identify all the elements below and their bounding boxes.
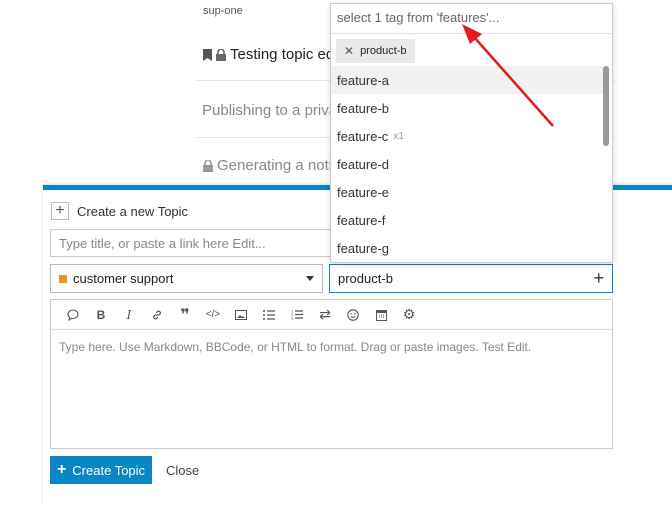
link-icon[interactable]	[143, 304, 171, 326]
tag-option-label: feature-b	[337, 100, 390, 116]
quote-icon[interactable]	[59, 304, 87, 326]
tag-filter-input[interactable]: select 1 tag from 'features'...	[337, 10, 499, 25]
blockquote-icon[interactable]: ❞	[171, 304, 199, 326]
tag-option-count: x1	[393, 130, 404, 142]
editor-toolbar: B I ❞ </> 123 ⇄ ⚙	[51, 300, 612, 330]
editor[interactable]: B I ❞ </> 123 ⇄ ⚙ Type here. Use Markdow…	[50, 299, 613, 449]
rtl-icon[interactable]: ⇄	[311, 304, 339, 326]
tag-option-label: feature-f	[337, 212, 386, 228]
category-color-swatch	[59, 274, 67, 283]
numbered-list-icon[interactable]: 123	[283, 304, 311, 326]
list-item[interactable]: feature-g	[331, 234, 603, 262]
list-item[interactable]: feature-d	[331, 150, 603, 178]
tag-option-label: feature-g	[337, 240, 390, 256]
list-item[interactable]: feature-f	[331, 206, 603, 234]
editor-placeholder: Type here. Use Markdown, BBCode, or HTML…	[59, 340, 532, 354]
divider	[331, 33, 612, 34]
list-item[interactable]: feature-b	[331, 94, 603, 122]
selected-tag-chip[interactable]: ✕ product-b	[336, 39, 415, 63]
close-button[interactable]: Close	[166, 463, 199, 478]
tag-chooser[interactable]: product-b +	[329, 264, 613, 293]
emoji-icon[interactable]	[339, 304, 367, 326]
topic-title-3[interactable]: Generating a notifi	[203, 157, 340, 174]
create-topic-label: Create Topic	[72, 462, 146, 478]
bookmark-icon	[203, 48, 212, 61]
category-select[interactable]: customer support	[50, 264, 323, 293]
tag-chooser-value: product-b	[338, 271, 393, 286]
list-item[interactable]: feature-e	[331, 178, 603, 206]
list-item[interactable]: feature-c x1	[331, 122, 603, 150]
list-item[interactable]: feature-a	[331, 66, 603, 94]
composer-header: + Create a new Topic	[51, 202, 188, 220]
selected-tag-label: product-b	[360, 45, 407, 57]
plus-icon[interactable]: +	[593, 268, 604, 289]
tag-option-label: feature-a	[337, 72, 390, 88]
tag-option-label: feature-e	[337, 184, 390, 200]
topic-title-2[interactable]: Publishing to a priva	[202, 102, 337, 119]
create-topic-button[interactable]: + Create Topic	[50, 456, 152, 484]
category-label: customer support	[73, 271, 174, 286]
chevron-down-icon	[306, 276, 314, 281]
italic-icon[interactable]: I	[115, 304, 143, 326]
code-icon[interactable]: </>	[199, 304, 227, 326]
close-icon[interactable]: ✕	[344, 44, 354, 58]
plus-icon: +	[56, 461, 67, 478]
tag-options-list: feature-a feature-b feature-c x1 feature…	[331, 66, 603, 262]
bullet-list-icon[interactable]	[255, 304, 283, 326]
topic-title-1[interactable]: Testing topic edi	[203, 46, 338, 63]
calendar-icon[interactable]	[367, 304, 395, 326]
tag-dropdown: select 1 tag from 'features'... ✕ produc…	[330, 3, 613, 263]
tag-option-label: feature-c	[337, 128, 389, 144]
tag-option-label: feature-d	[337, 156, 390, 172]
scrollbar[interactable]	[603, 66, 609, 146]
gear-icon[interactable]: ⚙	[395, 304, 423, 326]
image-icon[interactable]	[227, 304, 255, 326]
plus-icon: +	[51, 202, 69, 220]
lock-icon	[216, 48, 226, 61]
svg-text:3: 3	[291, 316, 294, 321]
topic-title-text: Generating a notifi	[217, 157, 340, 174]
bold-icon[interactable]: B	[87, 304, 115, 326]
lock-icon	[203, 159, 213, 172]
topic-title-text: Testing topic edi	[230, 46, 338, 63]
topic-meta-text: sup-one	[203, 5, 243, 17]
composer-title: Create a new Topic	[77, 203, 189, 219]
